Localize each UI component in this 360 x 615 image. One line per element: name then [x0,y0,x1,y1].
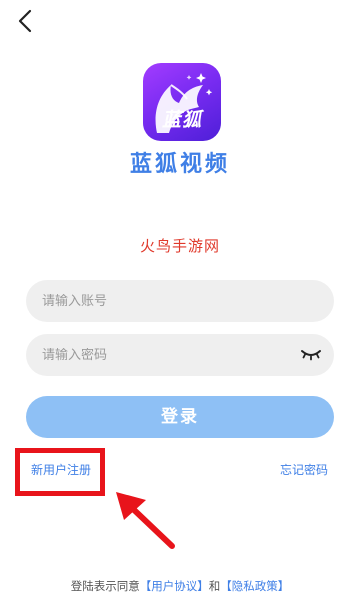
password-visibility-toggle[interactable] [300,346,322,362]
password-field[interactable] [26,334,334,376]
arrow-up-left-icon [116,492,175,549]
eye-closed-icon [301,350,321,361]
app-logo: 蓝狐 [143,63,221,141]
privacy-policy-link[interactable]: 【隐私政策】 [220,579,289,593]
agreement-text: 登陆表示同意【用户协议】和【隐私政策】 [0,578,360,594]
account-input[interactable] [42,293,292,309]
password-input[interactable] [42,347,292,363]
back-button[interactable] [14,8,38,34]
agreement-prefix: 登陆表示同意 [70,579,140,593]
user-agreement-link[interactable]: 【用户协议】 [140,579,209,593]
logo-text: 蓝狐 [161,109,202,131]
login-button[interactable]: 登录 [26,396,334,438]
account-field[interactable] [26,280,334,322]
annotation-arrow [110,488,180,552]
app-name: 蓝狐视频 [129,152,230,177]
login-screen: 蓝狐 蓝狐视频 火鸟手游网 登录 新用户注册 忘记密码 登陆表示同意【用户协议】… [0,0,360,615]
register-link[interactable]: 新用户注册 [31,461,91,478]
forgot-password-link[interactable]: 忘记密码 [280,461,328,478]
agreement-and: 和 [208,579,221,593]
chevron-left-icon [18,9,32,33]
watermark-text: 火鸟手游网 [139,237,220,255]
